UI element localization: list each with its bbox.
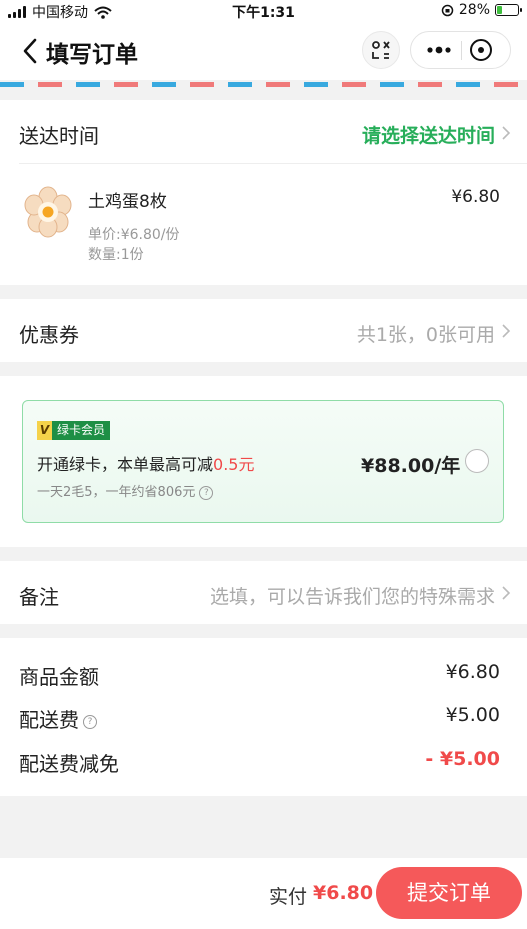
chevron-right-icon bbox=[502, 586, 511, 600]
pay-amount: ¥6.80 bbox=[313, 882, 374, 904]
delivery-fee-value: ¥5.00 bbox=[445, 704, 500, 726]
help-icon[interactable]: ? bbox=[83, 714, 97, 729]
nav-bar: 填写订单 bbox=[0, 22, 527, 80]
product-quantity: 数量:1份 bbox=[88, 247, 144, 263]
product-name: 土鸡蛋8枚 bbox=[88, 192, 167, 212]
delivery-fee-label: 配送费? bbox=[19, 704, 97, 733]
orientation-lock-icon bbox=[441, 4, 454, 16]
promo-subtitle-text: 一天2毛5，一年约省806元 bbox=[37, 485, 196, 500]
remark-placeholder: 选填，可以告诉我们您的特殊需求 bbox=[209, 586, 495, 608]
battery-icon bbox=[495, 4, 522, 16]
price-summary: 商品金额 ¥6.80 配送费? ¥5.00 配送费减免 - ¥5.00 bbox=[0, 638, 527, 796]
battery-fill bbox=[497, 6, 502, 14]
delivery-time-label: 送达时间 bbox=[19, 124, 99, 148]
pay-label: 实付 bbox=[269, 886, 308, 908]
mini-program-capsule bbox=[410, 31, 511, 69]
coupon-row[interactable]: 优惠券 共1张，0张可用 bbox=[0, 299, 527, 362]
more-icon[interactable] bbox=[420, 32, 458, 68]
coupon-value: 共1张，0张可用 bbox=[356, 324, 495, 346]
promo-select-radio[interactable] bbox=[465, 449, 489, 473]
scan-icon bbox=[372, 41, 390, 59]
member-badge-label: 绿卡会员 bbox=[52, 421, 111, 440]
delivery-discount-label: 配送费减免 bbox=[19, 752, 119, 776]
remark-label: 备注 bbox=[19, 585, 59, 609]
coupon-label: 优惠券 bbox=[19, 323, 79, 347]
close-icon[interactable] bbox=[469, 38, 493, 62]
scan-button[interactable] bbox=[362, 31, 400, 69]
vip-badge-icon: V bbox=[37, 421, 52, 440]
battery-percent: 28% bbox=[458, 2, 490, 18]
submit-order-button[interactable]: 提交订单 bbox=[376, 867, 522, 919]
remark-row[interactable]: 备注 选填，可以告诉我们您的特殊需求 bbox=[0, 561, 527, 624]
goods-amount-value: ¥6.80 bbox=[445, 661, 500, 683]
product-price: ¥6.80 bbox=[451, 187, 500, 207]
promo-title-text: 开通绿卡，本单最高可减 bbox=[37, 455, 214, 474]
egg-product-image bbox=[24, 186, 72, 238]
divider bbox=[19, 163, 527, 164]
back-arrow-icon[interactable] bbox=[18, 36, 44, 66]
delivery-time-value: 请选择送达时间 bbox=[361, 125, 495, 147]
member-badge: V 绿卡会员 bbox=[37, 421, 111, 440]
delivery-discount-value: - ¥5.00 bbox=[425, 748, 500, 770]
delivery-fee-label-text: 配送费 bbox=[19, 708, 79, 732]
order-card: 送达时间 请选择送达时间 bbox=[0, 100, 527, 285]
promo-discount: 0.5元 bbox=[213, 455, 255, 474]
promo-price: ¥88.00/年 bbox=[361, 455, 461, 477]
promo-subtitle: 一天2毛5，一年约省806元? bbox=[37, 481, 214, 500]
chevron-right-icon bbox=[502, 126, 511, 140]
product-unit-price: 单价:¥6.80/份 bbox=[88, 227, 180, 243]
delivery-time-row[interactable]: 送达时间 请选择送达时间 bbox=[0, 100, 527, 163]
promo-title: 开通绿卡，本单最高可减0.5元 bbox=[37, 451, 254, 475]
airmail-stripe bbox=[0, 82, 527, 87]
page-title: 填写订单 bbox=[46, 42, 138, 68]
chevron-right-icon bbox=[502, 324, 511, 338]
status-bar: 中国移动 下午1:31 28% bbox=[0, 0, 527, 22]
capsule-divider bbox=[461, 41, 462, 60]
help-icon[interactable]: ? bbox=[199, 485, 214, 500]
green-card-promo[interactable]: V 绿卡会员 开通绿卡，本单最高可减0.5元 一天2毛5，一年约省806元? ¥… bbox=[22, 400, 504, 523]
goods-amount-label: 商品金额 bbox=[19, 665, 99, 689]
checkout-bar: 实付 ¥6.80 提交订单 bbox=[0, 858, 527, 929]
